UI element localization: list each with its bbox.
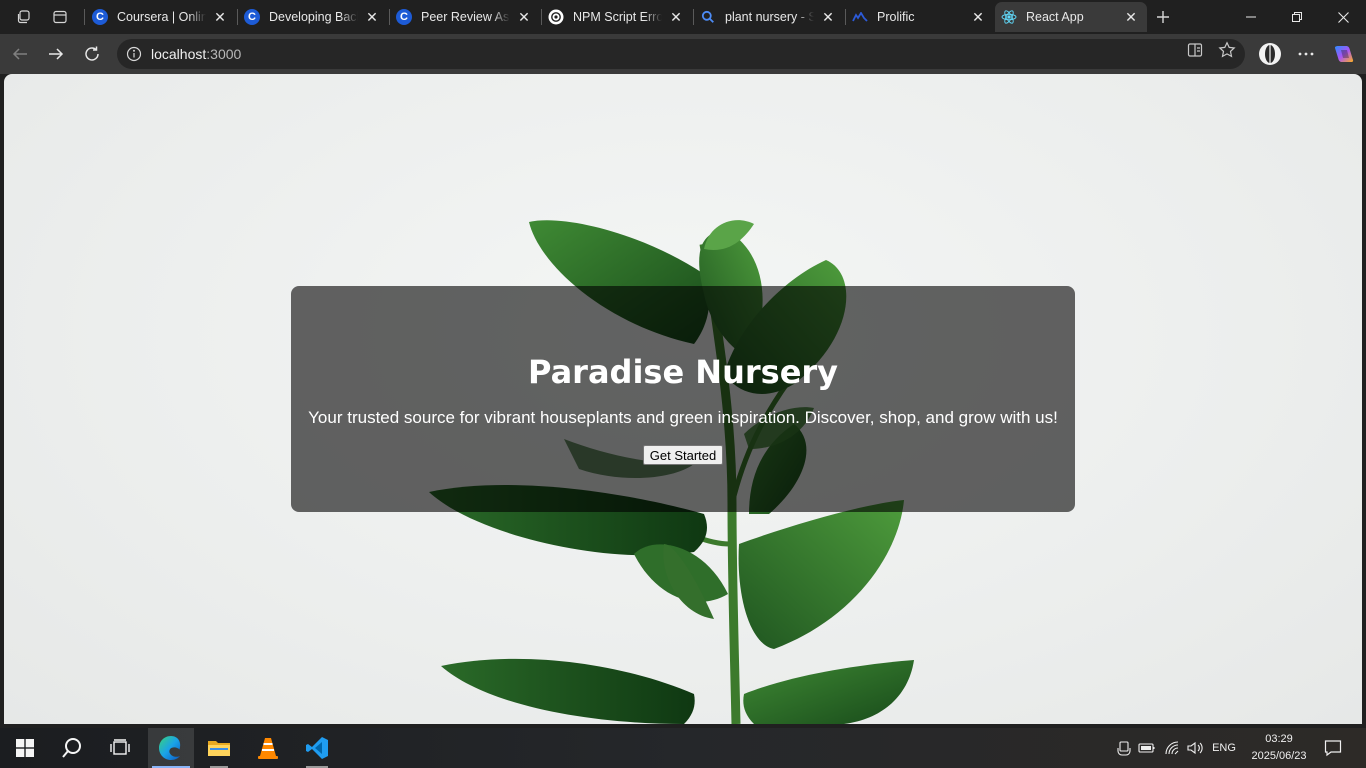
clock[interactable]: 03:29 2025/06/23 xyxy=(1244,731,1314,765)
search-icon xyxy=(700,9,716,25)
clock-date: 2025/06/23 xyxy=(1251,750,1307,762)
tab-coursera-online[interactable]: C Coursera | Online ✕ xyxy=(86,2,236,32)
url-port: :3000 xyxy=(206,46,242,62)
start-icon[interactable] xyxy=(2,728,48,768)
address-bar[interactable]: localhost:3000 xyxy=(117,39,1245,69)
tab-title: NPM Script Error xyxy=(573,10,662,24)
profile-avatar-icon[interactable] xyxy=(1256,40,1284,68)
coursera-icon: C xyxy=(396,9,412,25)
workspaces-icon[interactable] xyxy=(12,5,36,29)
vscode-icon[interactable] xyxy=(294,728,340,768)
coursera-icon: C xyxy=(92,9,108,25)
hero-overlay: Paradise Nursery Your trusted source for… xyxy=(291,286,1075,512)
url-text[interactable]: localhost:3000 xyxy=(151,46,241,62)
tab-peer-review[interactable]: C Peer Review Assic ✕ xyxy=(390,2,540,32)
vertical-tabs-icon[interactable] xyxy=(48,5,72,29)
close-icon[interactable]: ✕ xyxy=(668,9,684,25)
close-icon[interactable]: ✕ xyxy=(1123,9,1139,25)
chatgpt-icon xyxy=(548,9,564,25)
tab-title: plant nursery - Se xyxy=(725,10,814,24)
tab-plant-nursery-search[interactable]: plant nursery - Se ✕ xyxy=(694,2,844,32)
task-view-icon[interactable] xyxy=(97,728,143,768)
more-options-icon[interactable] xyxy=(1292,40,1320,68)
back-icon[interactable] xyxy=(6,40,34,68)
react-icon xyxy=(1001,9,1017,25)
notification-icon[interactable] xyxy=(1320,728,1346,768)
meet-now-icon[interactable] xyxy=(1114,728,1134,768)
tab-title: Developing Back xyxy=(269,10,358,24)
close-icon[interactable]: ✕ xyxy=(212,9,228,25)
close-icon[interactable]: ✕ xyxy=(970,9,986,25)
tab-title: Coursera | Online xyxy=(117,10,206,24)
tab-strip: C Coursera | Online ✕ C Developing Back … xyxy=(0,0,1366,34)
split-screen-icon[interactable] xyxy=(1186,41,1204,59)
tab-prolific[interactable]: Prolific ✕ xyxy=(846,2,994,32)
tab-npm-script-error[interactable]: NPM Script Error ✕ xyxy=(542,2,692,32)
prolific-icon xyxy=(852,9,868,25)
favorite-star-icon[interactable] xyxy=(1218,41,1236,59)
coursera-icon: C xyxy=(244,9,260,25)
forward-icon[interactable] xyxy=(42,40,70,68)
search-icon[interactable] xyxy=(49,728,95,768)
minimize-icon[interactable] xyxy=(1228,0,1274,34)
site-info-icon[interactable] xyxy=(126,46,142,62)
tab-separator xyxy=(84,9,85,25)
get-started-button[interactable]: Get Started xyxy=(642,445,724,465)
edge-icon[interactable] xyxy=(148,728,194,768)
vlc-icon[interactable] xyxy=(245,728,291,768)
copilot-icon[interactable] xyxy=(1330,40,1358,68)
restore-icon[interactable] xyxy=(1274,0,1320,34)
close-icon[interactable]: ✕ xyxy=(364,9,380,25)
browser-toolbar: localhost:3000 xyxy=(0,34,1366,74)
refresh-icon[interactable] xyxy=(78,40,106,68)
taskbar: ENG 03:29 2025/06/23 xyxy=(0,728,1366,768)
tab-title: Peer Review Assic xyxy=(421,10,510,24)
tab-title: React App xyxy=(1026,10,1084,24)
page-title: Paradise Nursery xyxy=(527,353,839,391)
close-icon[interactable]: ✕ xyxy=(516,9,532,25)
hero-subtitle: Your trusted source for vibrant housepla… xyxy=(308,408,1058,427)
tab-title: Prolific xyxy=(877,10,915,24)
close-window-icon[interactable] xyxy=(1320,0,1366,34)
volume-icon[interactable] xyxy=(1185,728,1205,768)
clock-time: 03:29 xyxy=(1265,733,1293,745)
battery-icon[interactable] xyxy=(1137,728,1157,768)
file-explorer-icon[interactable] xyxy=(196,728,242,768)
page-viewport: Paradise Nursery Your trusted source for… xyxy=(4,74,1362,724)
language-indicator[interactable]: ENG xyxy=(1208,728,1240,768)
new-tab-icon[interactable] xyxy=(1151,5,1175,29)
url-host: localhost xyxy=(151,46,207,62)
close-icon[interactable]: ✕ xyxy=(820,9,836,25)
tab-react-app[interactable]: React App ✕ xyxy=(995,2,1147,32)
network-icon[interactable] xyxy=(1162,728,1182,768)
tab-developing-back[interactable]: C Developing Back ✕ xyxy=(238,2,388,32)
